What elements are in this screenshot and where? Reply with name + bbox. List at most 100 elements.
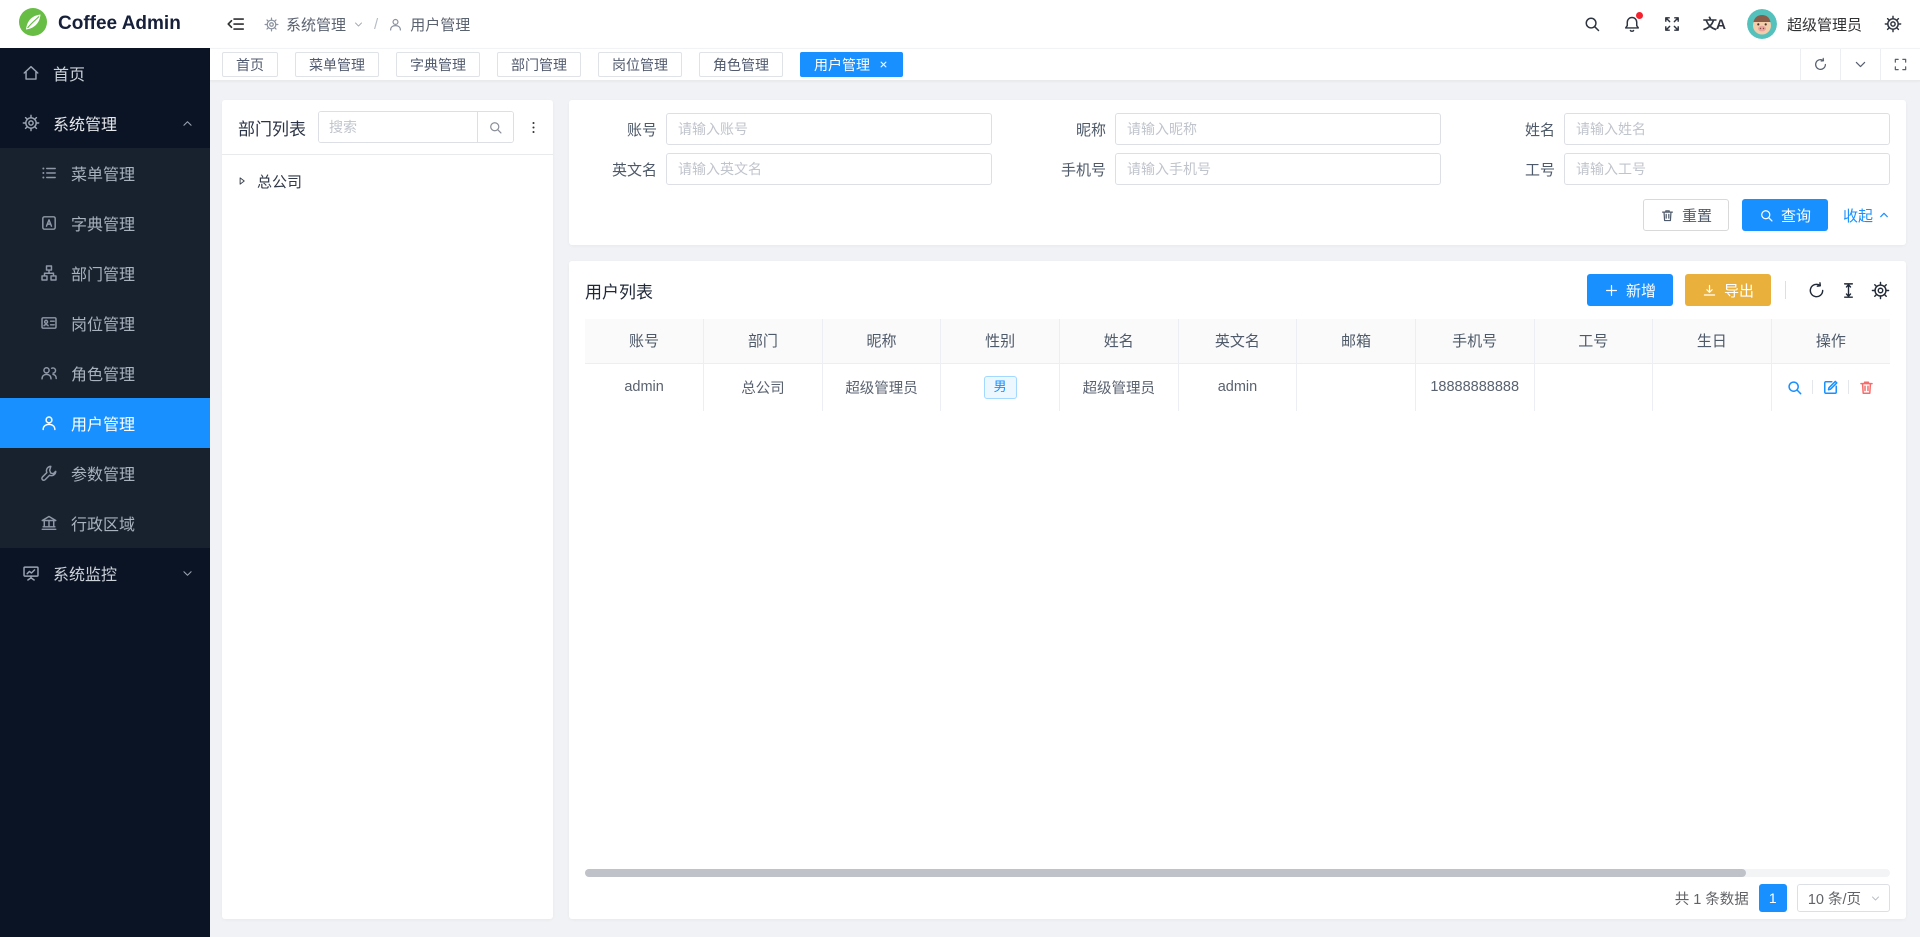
tab-options-chevron-icon[interactable] [1840, 49, 1880, 80]
tab-label: 首页 [236, 55, 264, 75]
tabbar-actions [1800, 49, 1920, 80]
add-button-label: 新增 [1626, 280, 1656, 301]
sidebar-item-dept-management[interactable]: 部门管理 [0, 248, 210, 298]
row-height-icon[interactable] [1839, 281, 1858, 300]
job-no-input[interactable] [1564, 153, 1890, 185]
table-header-row: 账号 部门 昵称 性别 姓名 英文名 邮箱 手机号 工号 生日 操作 [585, 319, 1890, 363]
caret-right-icon[interactable] [236, 175, 248, 187]
tab-label: 用户管理 [814, 55, 870, 75]
search-icon[interactable] [1583, 15, 1601, 33]
tab-label: 字典管理 [410, 55, 466, 75]
breadcrumb-separator: / [374, 16, 378, 33]
sidebar-item-admin-region[interactable]: 行政区域 [0, 498, 210, 548]
tab-label: 部门管理 [511, 55, 567, 75]
sidebar-item-label: 参数管理 [71, 461, 135, 485]
sidebar-item-dict-management[interactable]: 字典管理 [0, 198, 210, 248]
refresh-table-icon[interactable] [1807, 281, 1826, 300]
search-icon [1759, 208, 1774, 223]
plus-icon [1604, 283, 1619, 298]
sidebar-item-menu-management[interactable]: 菜单管理 [0, 148, 210, 198]
tab-dept-management[interactable]: 部门管理 [497, 52, 581, 77]
en-name-input[interactable] [666, 153, 992, 185]
topbar: 系统管理 / 用户管理 文A 超级管理员 [210, 0, 1920, 48]
field-label: 英文名 [585, 159, 657, 180]
sidebar-menu: 首页 系统管理 菜单管理 字典管理 部门管理 [0, 48, 210, 937]
search-button[interactable]: 查询 [1742, 199, 1828, 231]
col-birthday: 生日 [1653, 319, 1772, 363]
pagination-total: 共 1 条数据 [1675, 888, 1749, 909]
fullscreen-icon[interactable] [1663, 15, 1681, 33]
edit-row-icon[interactable] [1822, 379, 1839, 396]
maximize-content-icon[interactable] [1880, 49, 1920, 80]
field-label: 账号 [585, 119, 657, 140]
refresh-tab-icon[interactable] [1800, 49, 1840, 80]
sidebar-item-user-management[interactable]: 用户管理 [0, 398, 210, 448]
col-gender: 性别 [941, 319, 1060, 363]
tab-role-management[interactable]: 角色管理 [699, 52, 783, 77]
add-user-button[interactable]: 新增 [1587, 274, 1673, 306]
page-size-select[interactable]: 10 条/页 [1797, 884, 1890, 912]
phone-input[interactable] [1115, 153, 1441, 185]
dictionary-icon [40, 214, 58, 232]
delete-row-icon[interactable] [1858, 379, 1875, 396]
field-account: 账号 [585, 113, 992, 145]
scrollbar-thumb[interactable] [585, 869, 1746, 877]
page-number-1[interactable]: 1 [1759, 884, 1787, 912]
sidebar-item-post-management[interactable]: 岗位管理 [0, 298, 210, 348]
column-settings-gear-icon[interactable] [1871, 281, 1890, 300]
page-size-label: 10 条/页 [1808, 888, 1861, 909]
tree-node-head-office[interactable]: 总公司 [236, 166, 539, 196]
cell-birthday [1653, 363, 1772, 411]
sidebar-item-label: 行政区域 [71, 511, 135, 535]
app-logo: Coffee Admin [0, 0, 210, 48]
table-row[interactable]: admin 总公司 超级管理员 男 超级管理员 admin 1888888888… [585, 363, 1890, 411]
collapse-filter-link[interactable]: 收起 [1843, 205, 1890, 226]
account-input[interactable] [666, 113, 992, 145]
search-filter-card: 账号 昵称 姓名 英文名 [569, 100, 1906, 245]
translate-icon[interactable]: 文A [1703, 14, 1725, 34]
avatar[interactable] [1747, 9, 1777, 39]
col-operations: 操作 [1771, 319, 1890, 363]
cell-en-name: admin [1178, 363, 1297, 411]
chevron-down-icon [353, 19, 364, 30]
field-label: 姓名 [1483, 119, 1555, 140]
sidebar-item-system-management[interactable]: 系统管理 [0, 98, 210, 148]
tab-close-icon[interactable] [878, 59, 889, 70]
chevron-up-icon [181, 117, 194, 130]
filter-grid: 账号 昵称 姓名 英文名 [585, 113, 1890, 185]
current-user-name[interactable]: 超级管理员 [1787, 14, 1862, 35]
tab-home[interactable]: 首页 [222, 52, 278, 77]
main-area: 系统管理 / 用户管理 文A 超级管理员 [210, 0, 1920, 937]
export-button[interactable]: 导出 [1685, 274, 1771, 306]
col-name: 姓名 [1060, 319, 1179, 363]
sidebar-item-label: 字典管理 [71, 211, 135, 235]
breadcrumb-item-system[interactable]: 系统管理 [286, 14, 346, 35]
sidebar-item-system-monitor[interactable]: 系统监控 [0, 548, 210, 598]
sidebar-item-home[interactable]: 首页 [0, 48, 210, 98]
chevron-up-icon [1878, 209, 1890, 221]
sidebar-fold-icon[interactable] [226, 14, 246, 34]
sidebar-item-role-management[interactable]: 角色管理 [0, 348, 210, 398]
settings-gear-icon[interactable] [1884, 15, 1902, 33]
app-root: Coffee Admin 首页 系统管理 菜单管理 字典管理 [0, 0, 1920, 937]
kebab-menu-icon[interactable] [526, 120, 541, 135]
department-search-button[interactable] [477, 112, 513, 142]
cell-email [1297, 363, 1416, 411]
gear-icon [264, 17, 279, 32]
app-title: Coffee Admin [58, 13, 181, 35]
name-input[interactable] [1564, 113, 1890, 145]
department-search-input[interactable] [319, 112, 477, 142]
cell-gender: 男 [941, 363, 1060, 411]
sidebar-item-param-management[interactable]: 参数管理 [0, 448, 210, 498]
view-row-icon[interactable] [1786, 379, 1803, 396]
notification-bell-icon[interactable] [1623, 15, 1641, 33]
field-label: 工号 [1483, 159, 1555, 180]
tab-post-management[interactable]: 岗位管理 [598, 52, 682, 77]
user-icon [388, 17, 403, 32]
tab-dict-management[interactable]: 字典管理 [396, 52, 480, 77]
horizontal-scrollbar[interactable] [585, 869, 1890, 877]
reset-button[interactable]: 重置 [1643, 199, 1729, 231]
tab-user-management[interactable]: 用户管理 [800, 52, 903, 77]
nickname-input[interactable] [1115, 113, 1441, 145]
tab-menu-management[interactable]: 菜单管理 [295, 52, 379, 77]
